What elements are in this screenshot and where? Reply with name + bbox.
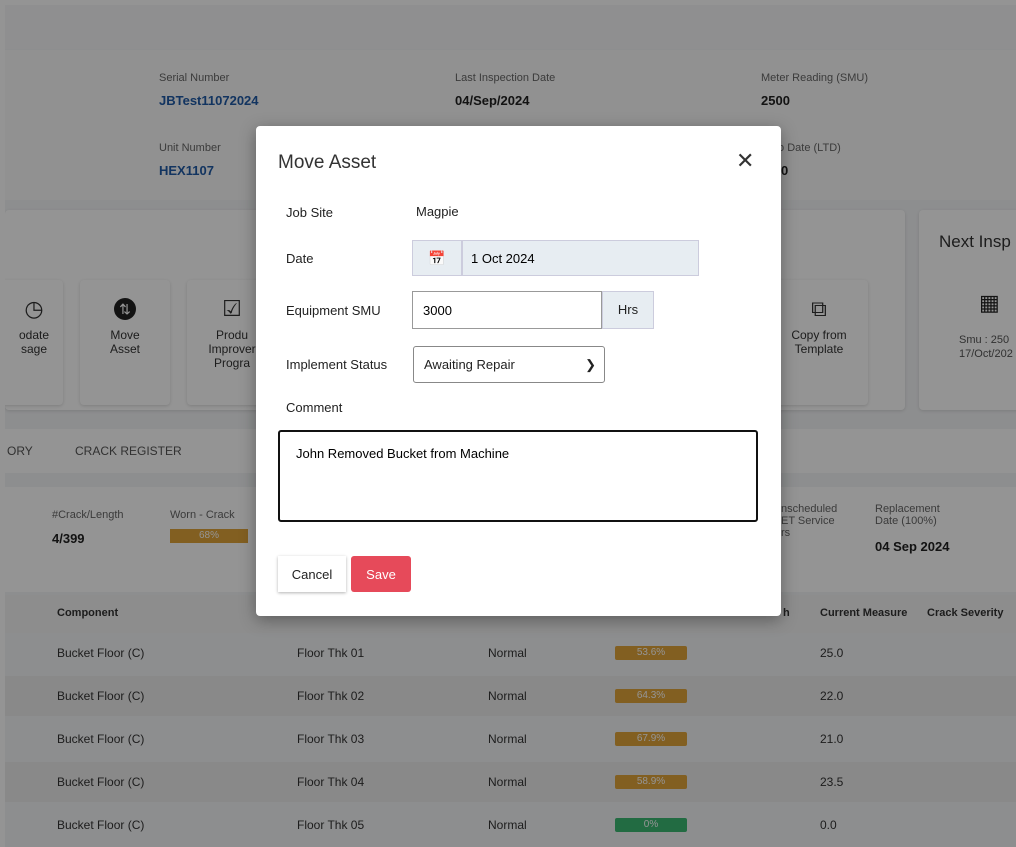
dialog-title: Move Asset (278, 152, 377, 173)
comment-textarea[interactable] (278, 430, 758, 522)
close-icon[interactable]: ✕ (736, 148, 754, 174)
implement-status-select[interactable]: Awaiting Repair ❯ (413, 346, 605, 383)
equipment-smu-label: Equipment SMU (286, 303, 381, 318)
job-site-label: Job Site (286, 205, 333, 220)
comment-label: Comment (286, 400, 343, 415)
smu-unit-addon: Hrs (602, 291, 654, 329)
chevron-down-icon: ❯ (585, 357, 596, 372)
date-label: Date (286, 251, 314, 266)
implement-status-value: Awaiting Repair (424, 357, 515, 372)
cancel-button[interactable]: Cancel (278, 556, 346, 592)
calendar-icon[interactable]: 📅 (412, 240, 462, 276)
equipment-smu-input[interactable] (412, 291, 602, 329)
job-site-value: Magpie (416, 204, 459, 219)
date-input[interactable] (462, 240, 699, 276)
implement-status-label: Implement Status (286, 357, 388, 372)
save-button[interactable]: Save (351, 556, 411, 592)
move-asset-dialog: Move Asset ✕ Job Site Magpie Date 📅 Equi… (256, 126, 781, 616)
